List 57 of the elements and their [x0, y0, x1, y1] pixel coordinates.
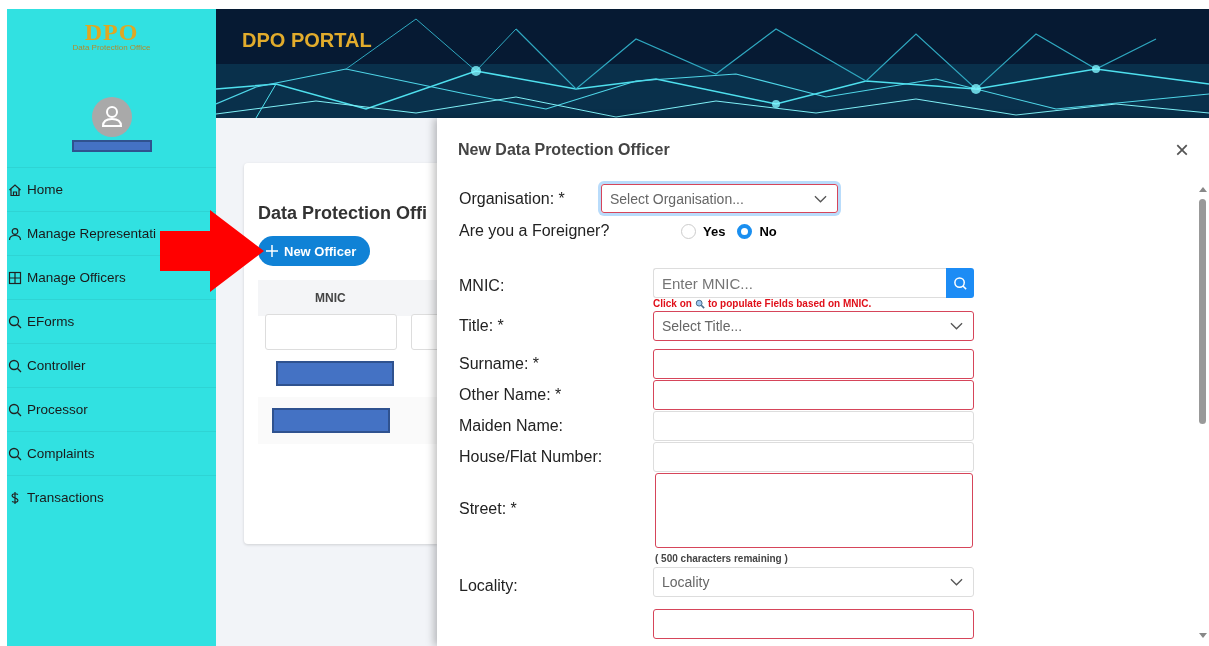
nav-item[interactable]: Processor: [27, 402, 88, 417]
field-label: Organisation: *: [459, 189, 566, 208]
user-icon: [8, 226, 22, 241]
new-officer-button[interactable]: New Officer: [258, 236, 371, 266]
column-header: MNIC: [315, 291, 346, 305]
input-field[interactable]: [653, 609, 974, 639]
select-field[interactable]: Locality: [653, 567, 974, 597]
input-field[interactable]: [653, 349, 974, 379]
avatar-icon[interactable]: [91, 97, 132, 137]
nav-item[interactable]: EForms: [27, 314, 75, 329]
field-label: Maiden Name:: [459, 416, 565, 435]
chevron-down-icon: [950, 578, 963, 586]
field-label: Title: *: [459, 317, 505, 335]
search-icon: [8, 358, 22, 373]
plus-icon: [266, 245, 278, 257]
field-label: Other Name: *: [459, 385, 563, 404]
hint-text: Click on to populate Fields based on MNIC.: [653, 298, 873, 309]
filter-field[interactable]: [265, 314, 397, 350]
mnic-field[interactable]: Enter MNIC...: [653, 268, 946, 298]
chevron-down-icon: [950, 322, 963, 330]
dollar-icon: [8, 490, 22, 505]
field-label: Locality:: [459, 577, 519, 595]
nav-item[interactable]: Controller: [27, 358, 86, 373]
character-counter: ( 500 characters remaining ): [655, 553, 789, 564]
field-label: Street: *: [459, 500, 518, 518]
search-icon: [952, 275, 968, 291]
nav-item[interactable]: Manage Officers: [27, 270, 126, 285]
select-field[interactable]: Select Title...: [653, 311, 974, 341]
search-icon: [8, 314, 22, 329]
radio-option[interactable]: Yes: [681, 223, 726, 239]
radio-option[interactable]: No: [737, 223, 777, 239]
page-title: Data Protection Offi: [258, 203, 428, 224]
input-field[interactable]: [653, 380, 974, 410]
field-label: Are you a Foreigner?: [459, 222, 611, 240]
nav-item[interactable]: Home: [27, 182, 63, 197]
magnifier-icon: [694, 298, 705, 309]
home-icon: [8, 182, 22, 197]
logo-subtitle: Data Protection Office: [72, 43, 151, 52]
field-label: MNIC:: [459, 276, 506, 295]
search-button[interactable]: [946, 268, 974, 298]
logo-text: DPO: [84, 21, 139, 43]
search-icon: [8, 402, 22, 417]
search-icon: [8, 446, 22, 461]
nav-item[interactable]: Complaints: [27, 446, 95, 461]
nav-item[interactable]: Manage Representati: [27, 226, 157, 241]
text-area[interactable]: [655, 473, 973, 548]
table-row[interactable]: [258, 397, 437, 444]
field-label: Surname: *: [459, 354, 541, 373]
portal-title: DPO PORTAL: [242, 29, 372, 52]
chevron-down-icon: [814, 194, 827, 203]
select-field[interactable]: Select Organisation...: [601, 184, 838, 213]
close-button[interactable]: ×: [1175, 140, 1189, 160]
radio-button[interactable]: [737, 223, 753, 239]
grid-icon: [8, 270, 22, 285]
field-label: House/Flat Number:: [459, 447, 604, 466]
nav-item[interactable]: Transactions: [27, 490, 104, 505]
dialog-title: New Data Protection Officer: [458, 141, 670, 159]
